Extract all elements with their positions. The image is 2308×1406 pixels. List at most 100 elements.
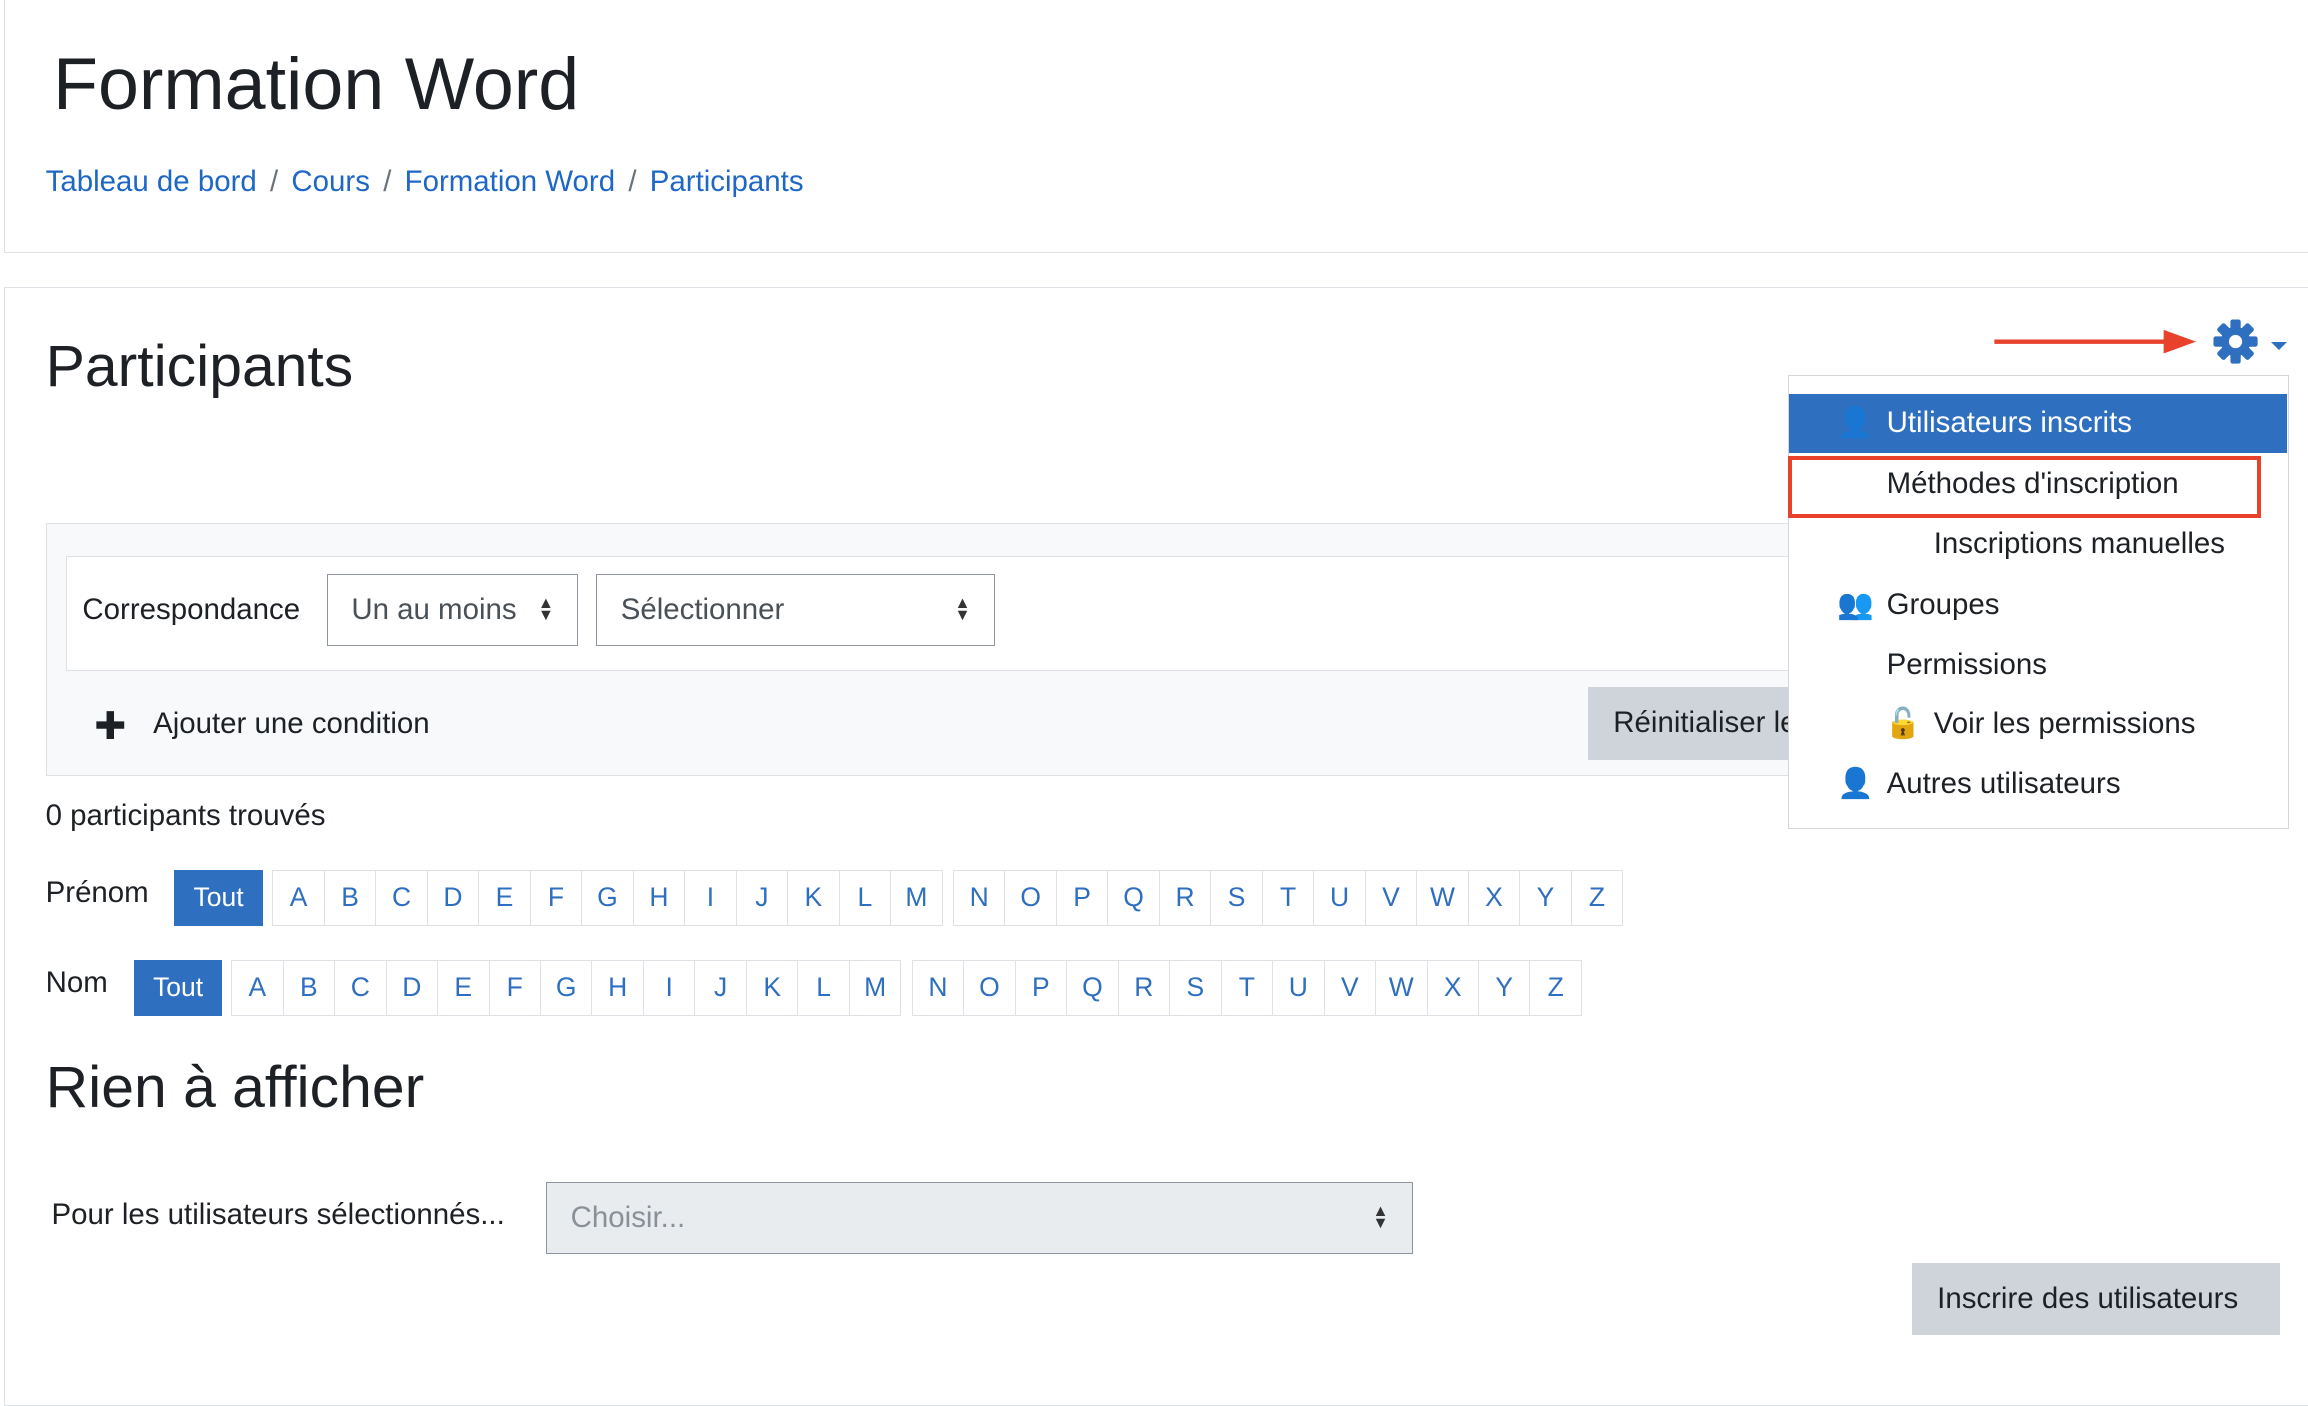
firstname-letter-h[interactable]: H xyxy=(634,870,686,925)
firstname-letter-v[interactable]: V xyxy=(1366,870,1418,925)
lastname-letter-l[interactable]: L xyxy=(798,960,850,1015)
course-admin-menu: 👤 Utilisateurs inscrits Méthodes d'inscri… xyxy=(1788,375,2289,829)
match-value: Un au moins xyxy=(351,593,517,627)
lastname-letter-o[interactable]: O xyxy=(964,960,1016,1015)
caret-down-icon[interactable] xyxy=(2271,341,2288,351)
page-title: Formation Word xyxy=(52,42,580,126)
lastname-letter-i[interactable]: I xyxy=(644,960,696,1015)
firstname-initials-bar: Tout ABCDEFGHIJKLMNOPQRSTUVWXYZ xyxy=(173,869,1634,926)
lastname-letter-u[interactable]: U xyxy=(1273,960,1325,1015)
bulk-action-label: Pour les utilisateurs sélectionnés... xyxy=(51,1198,505,1232)
firstname-letter-b[interactable]: B xyxy=(325,870,377,925)
firstname-letter-x[interactable]: X xyxy=(1469,870,1521,925)
reset-filters-button[interactable]: Réinitialiser les filtres xyxy=(1588,687,1795,760)
empty-message: Rien à afficher xyxy=(45,1054,425,1120)
lastname-letter-s[interactable]: S xyxy=(1170,960,1222,1015)
firstname-letter-m[interactable]: M xyxy=(891,871,941,925)
firstname-letter-a[interactable]: A xyxy=(273,870,325,925)
user-plus-icon: 👤 xyxy=(1837,767,1875,801)
firstname-letter-p[interactable]: P xyxy=(1057,870,1109,925)
sort-arrows-icon: ▲ ▼ xyxy=(1372,1202,1389,1233)
firstname-letter-s[interactable]: S xyxy=(1211,870,1263,925)
lastname-letter-z[interactable]: Z xyxy=(1530,961,1580,1015)
lastname-letter-c[interactable]: C xyxy=(335,960,387,1015)
lastname-letter-j[interactable]: J xyxy=(695,960,747,1015)
breadcrumb-courses[interactable]: Cours xyxy=(291,165,370,198)
lastname-letter-e[interactable]: E xyxy=(438,960,490,1015)
lastname-letter-y[interactable]: Y xyxy=(1479,960,1531,1015)
lastname-letter-g[interactable]: G xyxy=(541,960,593,1015)
match-label: Correspondance xyxy=(82,593,301,627)
gear-icon[interactable] xyxy=(2212,318,2259,365)
menu-item-check-permissions[interactable]: 🔓 Voir les permissions xyxy=(1789,694,2287,753)
firstname-letter-w[interactable]: W xyxy=(1417,870,1469,925)
page-header xyxy=(4,0,2308,254)
firstname-letter-z[interactable]: Z xyxy=(1572,871,1622,925)
firstname-letter-t[interactable]: T xyxy=(1263,870,1315,925)
firstname-letter-q[interactable]: Q xyxy=(1108,870,1160,925)
lastname-letter-n[interactable]: N xyxy=(913,960,965,1015)
lastname-letter-a[interactable]: A xyxy=(232,960,284,1015)
enrol-users-button[interactable]: Inscrire des utilisateurs xyxy=(1912,1262,2281,1336)
firstname-letter-j[interactable]: J xyxy=(737,870,789,925)
annotation-arrow xyxy=(1994,329,2197,354)
firstname-letter-group: ABCDEFGHIJKLM xyxy=(272,869,943,926)
breadcrumb-participants[interactable]: Participants xyxy=(650,165,804,198)
lastname-letter-b[interactable]: B xyxy=(284,960,336,1015)
lastname-letter-w[interactable]: W xyxy=(1376,960,1428,1015)
bulk-action-placeholder: Choisir... xyxy=(570,1201,686,1235)
lastname-letter-t[interactable]: T xyxy=(1222,960,1274,1015)
add-condition-link[interactable]: Ajouter une condition xyxy=(153,707,430,741)
firstname-label: Prénom xyxy=(45,875,149,909)
menu-item-other-users[interactable]: 👤 Autres utilisateurs xyxy=(1789,755,2287,814)
menu-item-enrolled-users[interactable]: 👤 Utilisateurs inscrits xyxy=(1789,394,2287,453)
firstname-letter-f[interactable]: F xyxy=(531,870,583,925)
plus-icon[interactable]: ✚ xyxy=(94,704,126,749)
lastname-letter-v[interactable]: V xyxy=(1325,960,1377,1015)
menu-item-manual-enrolments[interactable]: Inscriptions manuelles xyxy=(1789,515,2287,574)
filter-type-value: Sélectionner xyxy=(620,593,785,627)
breadcrumb: Tableau de bord / Cours / Formation Word / Par… xyxy=(45,164,804,198)
filter-type-select[interactable]: Sélectionner ▲ ▼ xyxy=(596,574,996,647)
firstname-letter-r[interactable]: R xyxy=(1160,870,1212,925)
sort-arrows-icon: ▲ ▼ xyxy=(954,594,971,625)
breadcrumb-course[interactable]: Formation Word xyxy=(405,165,616,198)
match-select[interactable]: Un au moins ▲ ▼ xyxy=(326,574,579,647)
firstname-letter-k[interactable]: K xyxy=(788,870,840,925)
firstname-letter-l[interactable]: L xyxy=(840,870,892,925)
user-plus-icon: 👤 xyxy=(1837,406,1875,440)
lastname-letter-h[interactable]: H xyxy=(592,960,644,1015)
firstname-letter-c[interactable]: C xyxy=(376,870,428,925)
firstname-letter-d[interactable]: D xyxy=(428,870,480,925)
firstname-letter-n[interactable]: N xyxy=(954,870,1006,925)
menu-item-groups[interactable]: 👥 Groupes xyxy=(1789,575,2287,634)
lastname-letter-f[interactable]: F xyxy=(490,960,541,1015)
lastname-letter-d[interactable]: D xyxy=(387,960,439,1015)
firstname-letter-u[interactable]: U xyxy=(1314,870,1366,925)
firstname-all-button[interactable]: Tout xyxy=(173,869,264,926)
sort-arrows-icon: ▲ ▼ xyxy=(537,594,554,625)
bulk-action-select[interactable]: Choisir... ▲ ▼ xyxy=(546,1182,1414,1255)
lastname-letter-r[interactable]: R xyxy=(1119,960,1171,1015)
breadcrumb-dashboard[interactable]: Tableau de bord xyxy=(46,165,257,198)
lastname-letter-m[interactable]: M xyxy=(850,961,900,1015)
lastname-letter-group: NOPQRSTUVWXYZ xyxy=(911,959,1582,1016)
section-title: Participants xyxy=(45,333,354,399)
firstname-letter-o[interactable]: O xyxy=(1005,870,1057,925)
firstname-letter-i[interactable]: I xyxy=(685,870,737,925)
lastname-label: Nom xyxy=(45,965,108,999)
unlock-icon: 🔓 xyxy=(1884,706,1922,740)
menu-item-permissions[interactable]: Permissions xyxy=(1789,635,2287,694)
firstname-letter-g[interactable]: G xyxy=(582,870,634,925)
firstname-letter-y[interactable]: Y xyxy=(1520,870,1572,925)
lastname-letter-p[interactable]: P xyxy=(1016,960,1068,1015)
participant-count: 0 participants trouvés xyxy=(45,799,326,833)
lastname-letter-x[interactable]: X xyxy=(1428,960,1479,1015)
lastname-letter-group: ABCDEFGHIJKLM xyxy=(231,959,902,1016)
firstname-letter-e[interactable]: E xyxy=(479,870,531,925)
firstname-letter-group: NOPQRSTUVWXYZ xyxy=(952,869,1624,926)
lastname-letter-q[interactable]: Q xyxy=(1067,960,1119,1015)
annotation-highlight-box xyxy=(1788,456,2261,519)
lastname-letter-k[interactable]: K xyxy=(747,960,799,1015)
lastname-all-button[interactable]: Tout xyxy=(133,959,223,1016)
